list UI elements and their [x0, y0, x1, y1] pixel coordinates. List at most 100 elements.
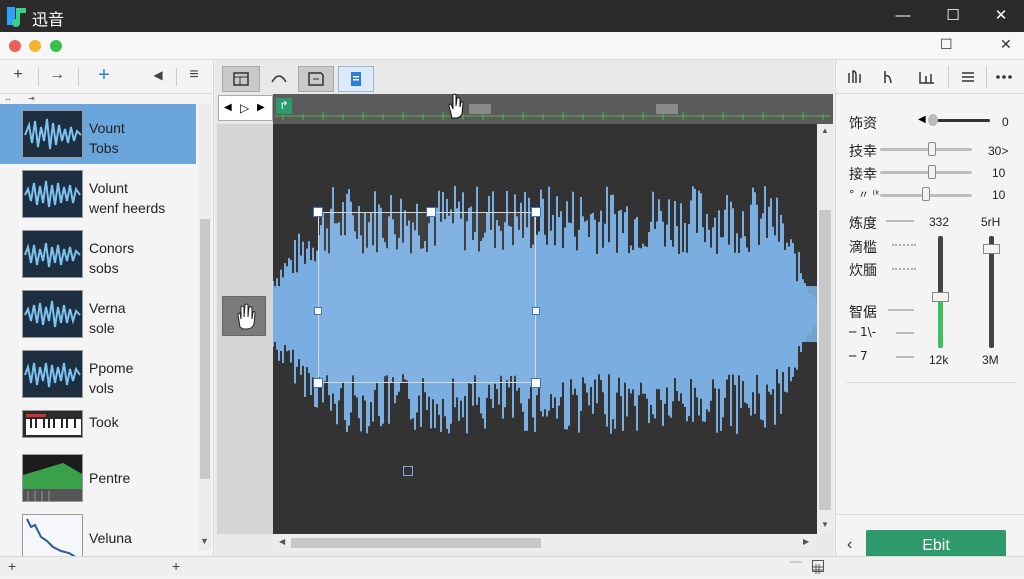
resize-handle[interactable]	[426, 207, 436, 217]
track-header	[217, 124, 273, 534]
left-scroll-thumb[interactable]	[200, 219, 210, 479]
maximize-button[interactable]: ☐	[930, 0, 976, 32]
clip-subtitle: sobs	[89, 260, 119, 276]
scroll-up-icon[interactable]: ▲	[821, 126, 829, 135]
param-label: 接幸	[849, 167, 877, 183]
dash-line	[896, 356, 914, 358]
keyboard-thumbnail	[22, 410, 83, 438]
param-label: ° 〃 ⁽ᵏ	[849, 188, 880, 201]
meter-icon-1[interactable]	[846, 68, 868, 86]
scroll-down-icon[interactable]: ▼	[821, 520, 829, 529]
clip-item[interactable]: Volunt wenf heerds	[0, 164, 196, 224]
meter-icon-3[interactable]	[916, 68, 938, 86]
effects-panel: 饰资 ◀ 0 技幸 30> 接幸 10 ° 〃 ⁽ᵏ 10 炼度 332 5rH…	[835, 60, 1024, 556]
clip-subtitle: wenf heerds	[89, 200, 166, 216]
grid-icon[interactable]	[812, 560, 824, 574]
clip-title: Took	[89, 414, 119, 430]
zoom-indicator	[790, 561, 802, 563]
add-icon[interactable]: +	[8, 66, 28, 84]
param-slider-knob[interactable]	[928, 142, 936, 156]
resize-handle[interactable]	[532, 307, 540, 315]
clip-item[interactable]: Ppome vols	[0, 344, 196, 404]
fade-icon[interactable]	[264, 66, 294, 92]
play-icon[interactable]: ▷	[240, 101, 249, 115]
zoom-dot-icon[interactable]	[50, 40, 62, 52]
param-slider-knob[interactable]	[928, 165, 936, 179]
right-toolbar	[836, 60, 1024, 94]
hand-tool-button[interactable]	[222, 296, 266, 336]
split-icon[interactable]	[298, 66, 334, 92]
selection-region[interactable]	[318, 212, 536, 383]
divider	[986, 66, 987, 88]
more-icon[interactable]	[994, 68, 1014, 86]
param-label: 滴槛	[849, 240, 877, 256]
clip-title: Ppome	[89, 360, 134, 376]
clip-item[interactable]: Verna sole	[0, 284, 196, 344]
fader-value: 5rH	[981, 215, 1001, 229]
waveform-thumbnail	[22, 170, 83, 218]
fader-knob-right[interactable]	[983, 244, 1000, 254]
anchor-point-icon[interactable]	[403, 466, 413, 476]
scroll-left-icon[interactable]: ◀	[279, 537, 285, 546]
resize-handle[interactable]	[314, 307, 322, 315]
param-label: ─ 7	[849, 349, 868, 363]
minimize-button[interactable]: —	[880, 0, 926, 32]
inner-maximize-button[interactable]: ☐	[940, 36, 953, 53]
clip-item-selected[interactable]: Vount Tobs	[0, 104, 196, 164]
timeline-ruler[interactable]	[273, 94, 833, 124]
left-scrollbar[interactable]: ▼	[199, 104, 211, 550]
param-slider-knob[interactable]	[922, 187, 930, 201]
back-chevron-icon[interactable]: ‹	[847, 536, 852, 554]
forward-icon[interactable]: →	[46, 66, 68, 84]
close-dot-icon[interactable]	[9, 40, 21, 52]
playhead-marker-icon[interactable]: ↱	[276, 98, 292, 114]
param-slider-track[interactable]	[930, 119, 990, 122]
inner-close-button[interactable]: ✕	[1000, 36, 1012, 53]
page-icon[interactable]	[338, 66, 374, 92]
scroll-down-icon[interactable]: ▼	[200, 536, 209, 546]
clip-title: Veluna	[89, 530, 132, 546]
divider	[78, 68, 79, 86]
minimize-dot-icon[interactable]	[29, 40, 41, 52]
param-slider-knob[interactable]	[928, 114, 938, 126]
collapse-left-icon[interactable]: ↔	[4, 94, 12, 103]
status-bar: + +	[0, 556, 1024, 576]
filter-icon[interactable]: ≡	[184, 66, 204, 84]
wave-scroll-thumb[interactable]	[819, 210, 831, 510]
clip-title: Volunt	[89, 180, 128, 196]
speaker-icon[interactable]: ◀	[150, 68, 166, 82]
param-slider-track[interactable]	[880, 171, 972, 174]
wave-vertical-scrollbar[interactable]: ▲ ▼	[817, 124, 833, 534]
scroll-right-icon[interactable]: ▶	[803, 537, 809, 546]
status-add-icon[interactable]: +	[8, 558, 16, 574]
wave-h-scroll-thumb[interactable]	[291, 538, 541, 548]
wave-horizontal-scrollbar[interactable]: ◀ ▶	[273, 534, 817, 552]
trim-icon[interactable]	[222, 66, 260, 92]
status-plus-icon[interactable]: +	[172, 558, 180, 574]
list-icon[interactable]	[958, 68, 978, 86]
param-slider-track[interactable]	[880, 148, 972, 151]
dash-line	[896, 332, 914, 334]
resize-handle[interactable]	[313, 207, 323, 217]
clip-item[interactable]: Pentre	[0, 448, 196, 508]
param-label: 炼度	[849, 216, 877, 232]
next-icon[interactable]: ▶	[257, 102, 265, 113]
collapse-right-icon[interactable]: ⇥	[28, 94, 35, 103]
curve-thumbnail	[22, 514, 83, 562]
dash-line	[886, 220, 914, 222]
param-value: 30>	[988, 144, 1009, 158]
meter-icon-2[interactable]	[880, 68, 902, 86]
resize-handle[interactable]	[313, 378, 323, 388]
clip-item[interactable]: Conors sobs	[0, 224, 196, 284]
prev-icon[interactable]: ◀	[224, 102, 232, 113]
close-button[interactable]: ✕	[978, 0, 1024, 32]
fader-value: 3M	[982, 353, 999, 367]
app-title: 迅音	[32, 10, 65, 29]
fader-knob-left[interactable]	[932, 292, 949, 302]
resize-handle[interactable]	[531, 378, 541, 388]
divider	[176, 68, 177, 86]
clip-title: Verna	[89, 300, 126, 316]
add-track-icon[interactable]: +	[92, 64, 116, 87]
resize-handle[interactable]	[531, 207, 541, 217]
clip-item[interactable]: Took	[0, 404, 196, 448]
